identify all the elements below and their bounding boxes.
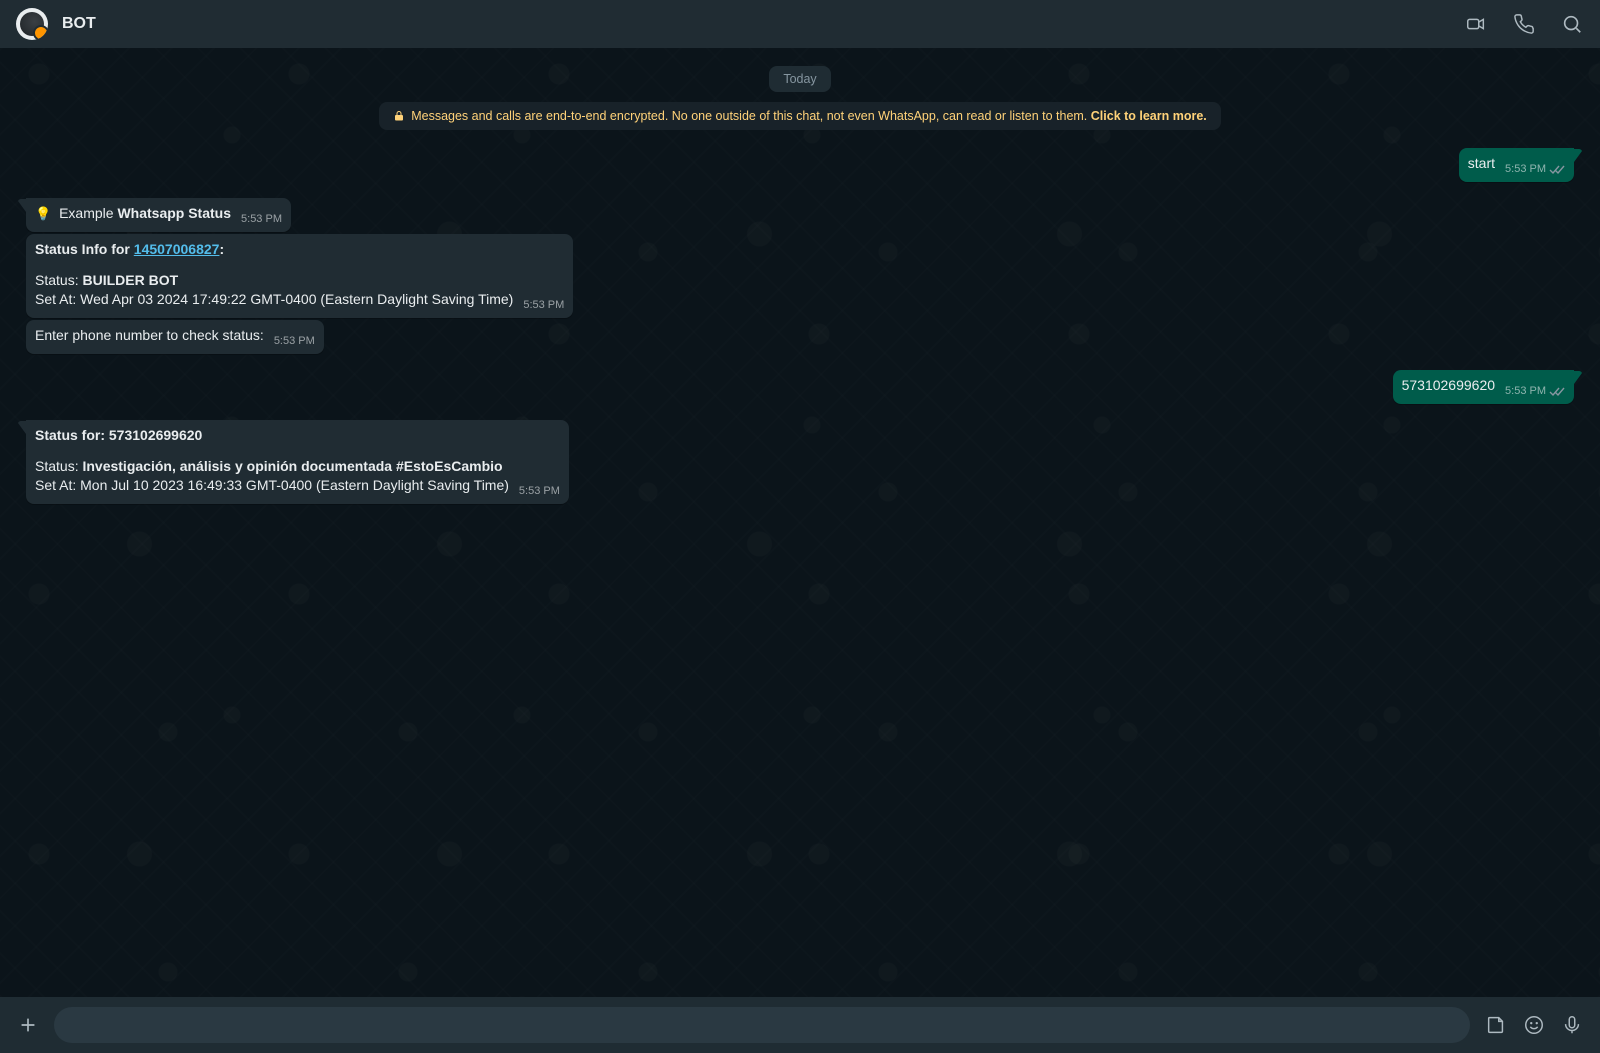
status-info-suffix: : — [219, 241, 224, 257]
voice-call-icon[interactable] — [1512, 12, 1536, 36]
message-in[interactable]: Status Info for 14507006827: Status: BUI… — [26, 234, 573, 318]
encryption-text: Messages and calls are end-to-end encryp… — [411, 109, 1091, 123]
message-time: 5:53 PM — [519, 482, 560, 501]
status-value: Investigación, análisis y opinión docume… — [82, 458, 502, 474]
composer-right-icons — [1484, 1013, 1584, 1037]
day-separator: Today — [20, 66, 1580, 92]
message-text: Enter phone number to check status: — [35, 327, 264, 343]
header-actions — [1464, 12, 1584, 36]
message-in[interactable]: 💡 Example Whatsapp Status 5:53 PM — [26, 198, 291, 232]
message-in[interactable]: Status for: 573102699620 Status: Investi… — [26, 420, 569, 504]
message-time: 5:53 PM — [1505, 382, 1546, 401]
message-meta: 5:53 PM — [1505, 160, 1565, 179]
encryption-cta[interactable]: Click to learn more. — [1091, 109, 1207, 123]
message-text-bold: Whatsapp Status — [117, 205, 231, 221]
message-in[interactable]: Enter phone number to check status: 5:53… — [26, 320, 324, 354]
message-meta: 5:53 PM — [519, 482, 560, 501]
set-at-line: Set At: Mon Jul 10 2023 16:49:33 GMT-040… — [35, 477, 509, 493]
message-meta: 5:53 PM — [241, 210, 282, 229]
message-meta: 5:53 PM — [523, 296, 564, 315]
status-info-prefix: Status Info for — [35, 241, 134, 257]
chat-header: BOT — [0, 0, 1600, 48]
message-row: 💡 Example Whatsapp Status 5:53 PM — [20, 198, 1580, 232]
status-label: Status: — [35, 458, 82, 474]
chat-body[interactable]: Today Messages and calls are end-to-end … — [0, 48, 1600, 997]
message-row: 573102699620 5:53 PM — [20, 370, 1580, 404]
avatar[interactable] — [16, 8, 48, 40]
chat-title[interactable]: BOT — [62, 15, 1450, 33]
attach-icon[interactable] — [16, 1013, 40, 1037]
message-time: 5:53 PM — [274, 332, 315, 351]
message-time: 5:53 PM — [1505, 160, 1546, 179]
encryption-banner: Messages and calls are end-to-end encryp… — [20, 102, 1580, 130]
video-call-icon[interactable] — [1464, 12, 1488, 36]
message-time: 5:53 PM — [241, 210, 282, 229]
message-row: Status for: 573102699620 Status: Investi… — [20, 420, 1580, 504]
message-meta: 5:53 PM — [274, 332, 315, 351]
message-row: Enter phone number to check status: 5:53… — [20, 320, 1580, 354]
bulb-icon: 💡 — [35, 206, 51, 221]
message-text: 573102699620 — [1402, 377, 1495, 393]
encryption-banner-inner[interactable]: Messages and calls are end-to-end encryp… — [379, 102, 1221, 130]
message-text-prefix: Example — [59, 205, 117, 221]
message-meta: 5:53 PM — [1505, 382, 1565, 401]
app-root: BOT Today Messages and calls are end-to-… — [0, 0, 1600, 1053]
status-value: BUILDER BOT — [82, 272, 178, 288]
status-label: Status: — [35, 272, 82, 288]
day-label: Today — [769, 66, 830, 92]
search-icon[interactable] — [1560, 12, 1584, 36]
message-time: 5:53 PM — [523, 296, 564, 315]
status-for-line: Status for: 573102699620 — [35, 427, 202, 443]
lock-icon — [393, 110, 405, 122]
read-ticks-icon — [1549, 386, 1565, 397]
message-row: start 5:53 PM — [20, 148, 1580, 182]
message-input[interactable] — [54, 1007, 1470, 1043]
set-at-line: Set At: Wed Apr 03 2024 17:49:22 GMT-040… — [35, 291, 513, 307]
message-text: start — [1468, 155, 1495, 171]
message-out[interactable]: start 5:53 PM — [1459, 148, 1574, 182]
message-out[interactable]: 573102699620 5:53 PM — [1393, 370, 1574, 404]
composer — [0, 997, 1600, 1053]
message-row: Status Info for 14507006827: Status: BUI… — [20, 234, 1580, 318]
phone-link[interactable]: 14507006827 — [134, 241, 220, 257]
read-ticks-icon — [1549, 164, 1565, 175]
emoji-icon[interactable] — [1522, 1013, 1546, 1037]
sticker-icon[interactable] — [1484, 1013, 1508, 1037]
microphone-icon[interactable] — [1560, 1013, 1584, 1037]
